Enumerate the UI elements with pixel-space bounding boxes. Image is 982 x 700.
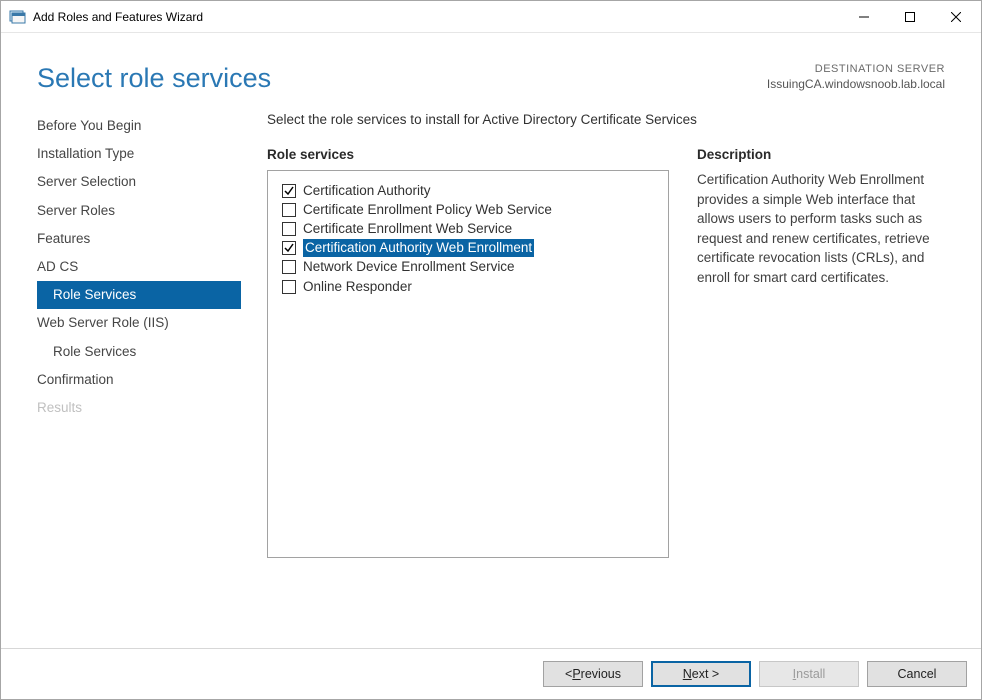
close-button[interactable]: [933, 2, 979, 32]
role-service-label: Certificate Enrollment Web Service: [303, 220, 512, 238]
window-controls: [841, 2, 979, 32]
description-column: Description Certification Authority Web …: [697, 147, 945, 558]
button-label: Cancel: [898, 667, 937, 681]
role-service-item-ce-web[interactable]: Certificate Enrollment Web Service: [282, 219, 654, 238]
checkbox-icon[interactable]: [282, 260, 296, 274]
nav-web-server-role-iis[interactable]: Web Server Role (IIS): [37, 309, 231, 337]
role-services-heading: Role services: [267, 147, 669, 162]
button-suffix: ext >: [692, 667, 719, 681]
description-text: Certification Authority Web Enrollment p…: [697, 170, 945, 287]
role-service-label: Certificate Enrollment Policy Web Servic…: [303, 201, 552, 219]
content: Before You Begin Installation Type Serve…: [1, 112, 981, 558]
nav-role-services-adcs[interactable]: Role Services: [37, 281, 241, 309]
nav-ad-cs[interactable]: AD CS: [37, 253, 231, 281]
destination-label: DESTINATION SERVER: [767, 63, 945, 75]
checkbox-icon[interactable]: [282, 241, 296, 255]
nav-confirmation[interactable]: Confirmation: [37, 366, 231, 394]
main-panel: Select the role services to install for …: [231, 112, 945, 558]
role-service-label: Network Device Enrollment Service: [303, 258, 515, 276]
page-title: Select role services: [37, 63, 271, 94]
checkbox-icon[interactable]: [282, 184, 296, 198]
destination-server: IssuingCA.windowsnoob.lab.local: [767, 77, 945, 91]
wizard-nav: Before You Begin Installation Type Serve…: [37, 112, 231, 558]
nav-installation-type[interactable]: Installation Type: [37, 140, 231, 168]
button-suffix: revious: [581, 667, 621, 681]
role-services-listbox[interactable]: Certification Authority Certificate Enro…: [267, 170, 669, 558]
role-service-item-online-responder[interactable]: Online Responder: [282, 277, 654, 296]
button-mnemonic: P: [572, 667, 580, 681]
button-prefix: <: [565, 667, 572, 681]
next-button[interactable]: Next >: [651, 661, 751, 687]
nav-features[interactable]: Features: [37, 225, 231, 253]
install-button: Install: [759, 661, 859, 687]
maximize-button[interactable]: [887, 2, 933, 32]
window-title: Add Roles and Features Wizard: [33, 10, 203, 24]
checkbox-icon[interactable]: [282, 280, 296, 294]
nav-results: Results: [37, 394, 231, 422]
nav-server-selection[interactable]: Server Selection: [37, 168, 231, 196]
destination-server-block: DESTINATION SERVER IssuingCA.windowsnoob…: [767, 63, 945, 91]
role-service-label: Certification Authority Web Enrollment: [303, 239, 534, 257]
role-service-label: Certification Authority: [303, 182, 431, 200]
header: Select role services DESTINATION SERVER …: [1, 33, 981, 112]
role-service-item-cepolicy-web[interactable]: Certificate Enrollment Policy Web Servic…: [282, 200, 654, 219]
description-heading: Description: [697, 147, 945, 162]
role-services-column: Role services Certification Authority Ce…: [267, 147, 669, 558]
checkbox-icon[interactable]: [282, 222, 296, 236]
footer: < Previous Next > Install Cancel: [1, 648, 981, 699]
previous-button[interactable]: < Previous: [543, 661, 643, 687]
button-suffix: nstall: [796, 667, 825, 681]
role-service-item-cert-authority[interactable]: Certification Authority: [282, 181, 654, 200]
checkbox-icon[interactable]: [282, 203, 296, 217]
minimize-button[interactable]: [841, 2, 887, 32]
role-service-label: Online Responder: [303, 278, 412, 296]
role-service-item-ca-web-enrollment[interactable]: Certification Authority Web Enrollment: [282, 239, 654, 258]
titlebar: Add Roles and Features Wizard: [1, 1, 981, 33]
cancel-button[interactable]: Cancel: [867, 661, 967, 687]
button-mnemonic: N: [683, 667, 692, 681]
nav-before-you-begin[interactable]: Before You Begin: [37, 112, 231, 140]
nav-server-roles[interactable]: Server Roles: [37, 197, 231, 225]
instruction-text: Select the role services to install for …: [267, 112, 945, 127]
wizard-icon: [9, 8, 27, 26]
nav-role-services-iis[interactable]: Role Services: [37, 338, 231, 366]
role-service-item-ndes[interactable]: Network Device Enrollment Service: [282, 258, 654, 277]
